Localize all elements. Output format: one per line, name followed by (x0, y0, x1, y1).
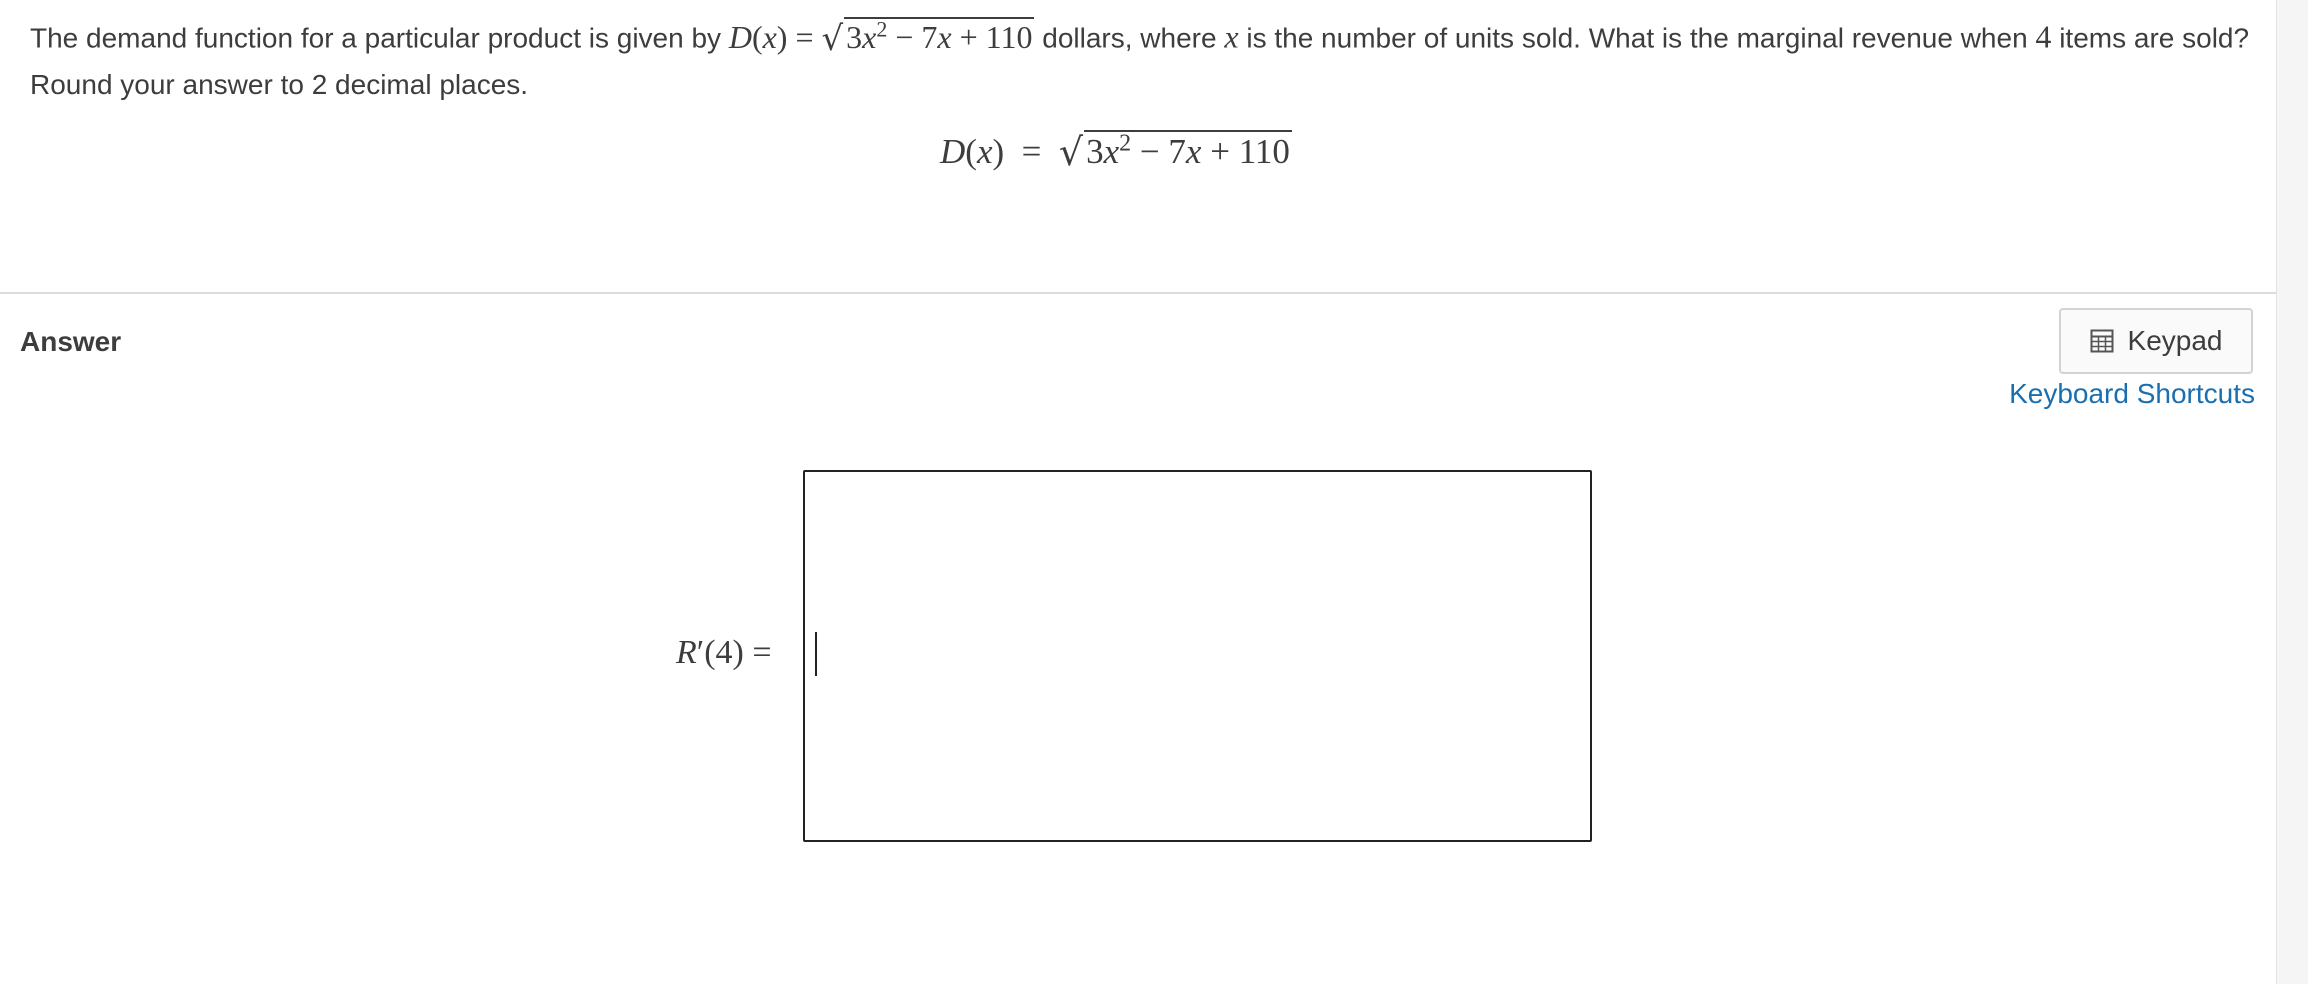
calculator-icon (2090, 329, 2114, 353)
text-caret (815, 632, 817, 676)
question-text: The demand function for a particular pro… (30, 6, 2250, 108)
question-inline-equation: D(x) = √3x2 − 7x + 110 (729, 16, 1035, 59)
display-sqrt: √3x2 − 7x + 110 (1059, 130, 1292, 174)
answer-input[interactable] (803, 470, 1592, 842)
section-divider (0, 292, 2276, 294)
answer-heading: Answer (20, 326, 122, 357)
display-equation: D(x) = √3x2 − 7x + 110 (940, 130, 1292, 174)
page-scrollbar[interactable] (2276, 0, 2308, 984)
question-var: x (1224, 18, 1239, 55)
keypad-button[interactable]: Keypad (2059, 308, 2253, 374)
question-quantity: 4 (2035, 18, 2052, 55)
question-units: dollars, where (1042, 22, 1217, 54)
question-body: is the number of units sold. What is the… (1246, 22, 2028, 54)
keyboard-shortcuts-link[interactable]: Keyboard Shortcuts (2009, 378, 2255, 410)
inline-sqrt: √3x2 − 7x + 110 (822, 6, 1035, 62)
inline-radicand: 3x2 − 7x + 110 (844, 16, 1035, 55)
display-radical-sign: √ (1058, 130, 1084, 174)
answer-prompt: R′(4) = (676, 634, 772, 671)
display-radicand: 3x2 − 7x + 110 (1084, 130, 1292, 171)
question-intro: The demand function for a particular pro… (30, 22, 722, 54)
radical-sign: √ (821, 18, 844, 59)
keypad-label: Keypad (2127, 325, 2223, 356)
